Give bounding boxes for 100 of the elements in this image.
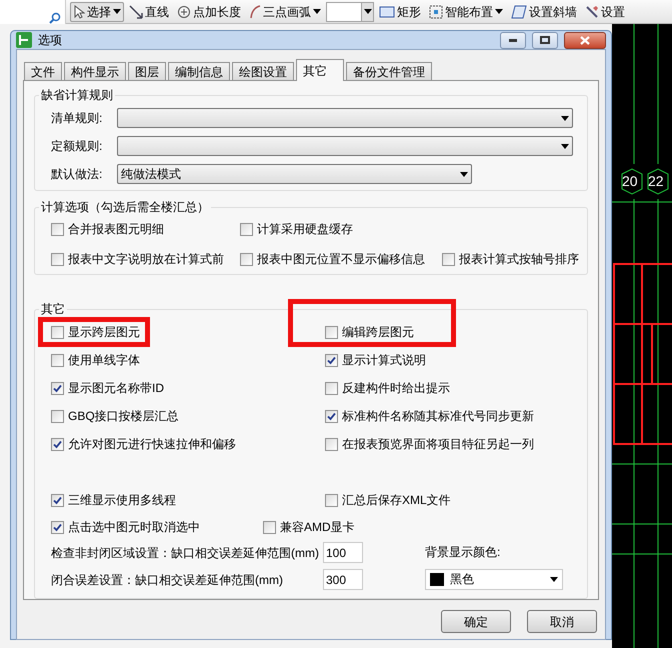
- color-dropdown[interactable]: 黑色: [425, 568, 563, 590]
- checkbox-option[interactable]: 反建构件时给出提示: [325, 379, 450, 397]
- checkbox-option[interactable]: 报表中文字说明放在计算式前: [51, 250, 240, 268]
- range-input[interactable]: 300: [323, 569, 363, 590]
- checkmark-icon: [53, 440, 62, 448]
- checkbox[interactable]: [240, 252, 253, 266]
- checkmark-icon: [327, 412, 336, 420]
- checkbox-option[interactable]: 允许对图元进行快速拉伸和偏移: [51, 435, 236, 453]
- dialog-button[interactable]: 确定: [441, 610, 511, 633]
- checkbox-option[interactable]: 三维显示使用多线程: [51, 491, 176, 509]
- checkmark-icon: [53, 496, 62, 504]
- app-icon: [16, 32, 32, 48]
- checkbox-option[interactable]: 编辑跨层图元: [325, 323, 414, 341]
- tab[interactable]: 备份文件管理: [346, 62, 432, 80]
- checkbox[interactable]: [325, 354, 338, 366]
- checkbox[interactable]: [325, 494, 338, 506]
- maximize-icon: [540, 36, 550, 44]
- minimize-button[interactable]: [500, 32, 526, 48]
- checkbox[interactable]: [51, 520, 64, 534]
- caret-icon: [561, 144, 569, 148]
- close-icon: [580, 36, 590, 44]
- dialog-button[interactable]: 取消: [527, 610, 597, 633]
- checkbox[interactable]: [51, 252, 64, 266]
- field-label: 闭合误差设置：缺口相交误差延伸范围(mm): [51, 572, 284, 588]
- toolbar-button[interactable]: 智能布置: [426, 2, 506, 22]
- checkbox-option[interactable]: 点击选中图元时取消选中: [51, 518, 263, 536]
- checkbox[interactable]: [263, 520, 276, 534]
- checkbox-option[interactable]: 汇总后保存XML文件: [325, 491, 451, 509]
- tab[interactable]: 编制信息: [168, 62, 230, 80]
- checkbox[interactable]: [240, 222, 253, 236]
- cursor-icon: [73, 4, 85, 18]
- toolbar-combo[interactable]: [326, 2, 374, 22]
- checkbox-option[interactable]: 兼容AMD显卡: [263, 518, 587, 536]
- grid-icon: [429, 4, 443, 18]
- checkbox-option[interactable]: 在报表预览界面将项目特征另起一列: [325, 435, 534, 453]
- checkbox-option[interactable]: 使用单线字体: [51, 351, 140, 369]
- rectangle-icon: [379, 6, 395, 18]
- caret-icon: [313, 9, 321, 14]
- checkbox-option[interactable]: 报表计算式按轴号排序: [442, 250, 587, 268]
- caret-icon: [495, 9, 503, 14]
- range-input[interactable]: 100: [323, 542, 363, 563]
- checkbox-option[interactable]: GBQ接口按楼层汇总: [51, 407, 179, 425]
- toolbar-button[interactable]: 点加长度: [174, 2, 244, 22]
- checkbox[interactable]: [51, 410, 64, 422]
- checkbox[interactable]: [51, 222, 64, 236]
- tab[interactable]: 绘图设置: [232, 62, 294, 80]
- toolbar-button[interactable]: 设置: [582, 2, 628, 22]
- checkbox[interactable]: [51, 354, 64, 366]
- caret-icon: [561, 116, 569, 120]
- checkmark-icon: [53, 384, 62, 392]
- caret-icon: [364, 9, 372, 14]
- checkbox-option[interactable]: 显示图元名称带ID: [51, 379, 164, 397]
- toolbar-button[interactable]: 矩形: [376, 2, 424, 22]
- checkbox-option[interactable]: 显示计算式说明: [325, 351, 426, 369]
- rule-dropdown[interactable]: 纯做法模式: [117, 164, 472, 184]
- line-icon: [129, 4, 143, 18]
- field-label: 定额规则:: [51, 138, 104, 155]
- checkbox[interactable]: [51, 326, 64, 338]
- tab[interactable]: 文件: [24, 62, 62, 80]
- field-label: 清单规则:: [51, 110, 104, 127]
- rule-dropdown[interactable]: [117, 136, 573, 156]
- checkmark-icon: [327, 356, 336, 364]
- axis-label: 22: [648, 173, 664, 189]
- search-icon[interactable]: [49, 12, 61, 24]
- field-label: 检查非封闭区域设置：缺口相交误差延伸范围(mm): [51, 544, 320, 562]
- checkbox[interactable]: [325, 438, 338, 450]
- arc-icon: [249, 4, 261, 18]
- tab[interactable]: 其它: [296, 59, 344, 81]
- checkbox-option[interactable]: 合并报表图元明细: [51, 220, 240, 238]
- field-label: 默认做法:: [51, 166, 104, 183]
- group-title: 缺省计算规则: [39, 87, 115, 103]
- close-button[interactable]: [564, 32, 606, 48]
- caret-icon: [113, 9, 121, 14]
- checkbox-option[interactable]: 报表中图元位置不显示偏移信息: [240, 250, 442, 268]
- checkbox[interactable]: [51, 438, 64, 450]
- rule-dropdown[interactable]: [117, 108, 573, 128]
- group-title: 其它: [39, 301, 67, 317]
- caret-icon: [460, 172, 468, 176]
- toolbar-button[interactable]: 设置斜墙: [508, 2, 580, 22]
- checkbox-option[interactable]: 显示跨层图元: [51, 323, 140, 341]
- tab[interactable]: 图层: [128, 62, 166, 80]
- checkbox-option[interactable]: 标准构件名称随其标准代号同步更新: [325, 407, 534, 425]
- checkbox[interactable]: [51, 494, 64, 506]
- circle-plus-icon: [177, 4, 191, 18]
- minimize-icon: [509, 38, 517, 42]
- toolbar-button[interactable]: 选择: [70, 2, 124, 22]
- window-title: 选项: [38, 32, 62, 49]
- toolbar-button[interactable]: 三点画弧: [246, 2, 324, 22]
- toolbar-button[interactable]: 直线: [126, 2, 172, 22]
- checkbox[interactable]: [325, 326, 338, 338]
- group-title: 计算选项（勾选后需全楼汇总）: [39, 199, 211, 215]
- checkbox[interactable]: [325, 382, 338, 394]
- maximize-button[interactable]: [532, 32, 558, 48]
- checkbox[interactable]: [325, 410, 338, 422]
- checkbox-option[interactable]: 计算采用硬盘缓存: [240, 220, 442, 238]
- checkbox[interactable]: [51, 382, 64, 394]
- checkbox[interactable]: [442, 252, 455, 266]
- field-label: 背景显示颜色:: [425, 544, 502, 560]
- tab[interactable]: 构件显示: [64, 62, 126, 80]
- checkmark-icon: [53, 522, 62, 532]
